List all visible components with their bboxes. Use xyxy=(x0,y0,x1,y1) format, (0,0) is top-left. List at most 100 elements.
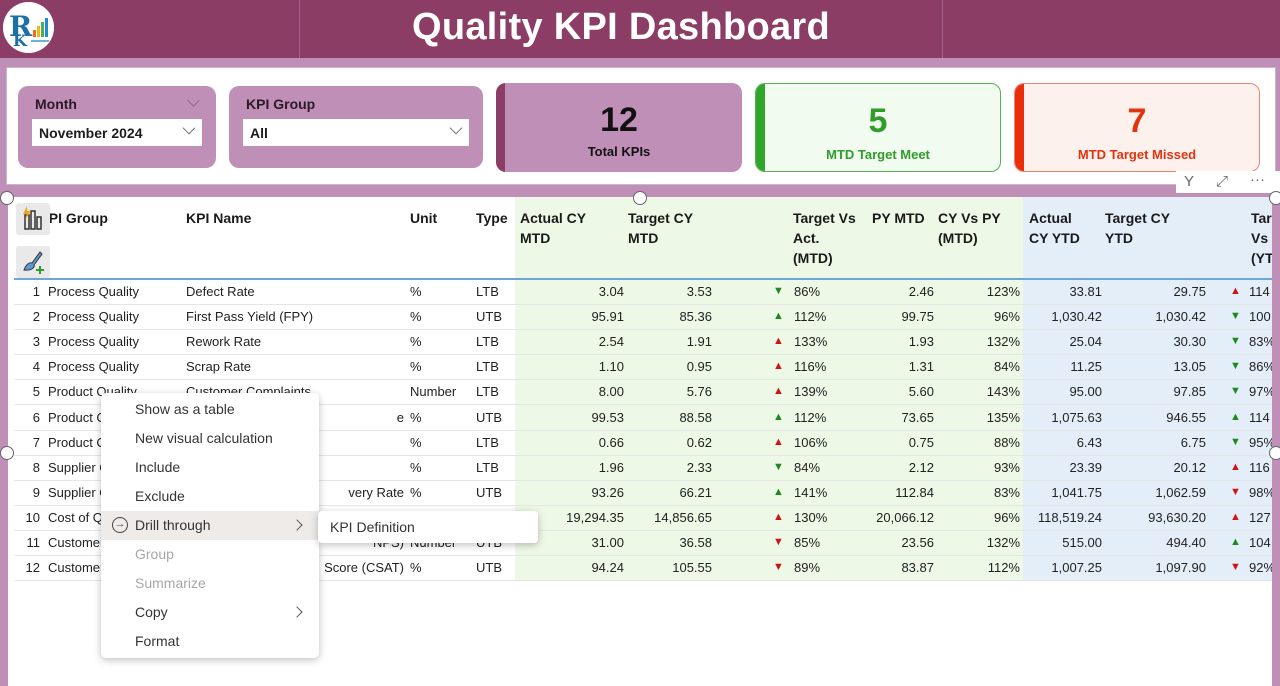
company-logo: R K xyxy=(3,2,54,53)
menu-item-include[interactable]: Include xyxy=(101,453,319,482)
menu-item-new-visual-calculation[interactable]: New visual calculation xyxy=(101,424,319,453)
table-row[interactable]: 4 Process Quality Scrap Rate% LTB 1.10 0.95 11… xyxy=(14,355,1272,381)
cell-target-vs-act-ytd: 114 xyxy=(1249,284,1270,299)
header-line: MTD xyxy=(628,230,659,246)
submenu-item-kpi-definition[interactable]: KPI Definition xyxy=(330,519,415,535)
cell-target-vs-act-ytd: 114 xyxy=(1249,409,1270,425)
cell-kpi-group: Process Quality xyxy=(48,359,140,375)
column-header-unit[interactable]: Unit xyxy=(410,208,437,228)
cell-actual-cy-ytd: 515.00 xyxy=(1062,535,1102,550)
cell-target-cy-mtd: 14,856.65 xyxy=(654,509,712,525)
cell-target-cy-mtd: 36.58 xyxy=(679,535,712,550)
month-slicer-label: Month xyxy=(35,96,77,112)
row-number: 2 xyxy=(32,309,40,325)
column-header-py-mtd[interactable]: PY MTD xyxy=(872,208,925,228)
table-row[interactable]: 1 Process Quality Defect Rate% LTB 3.04 3.53 8… xyxy=(14,280,1272,305)
mtd-target-missed-value: 7 xyxy=(1127,102,1147,140)
chevron-down-icon xyxy=(449,121,463,135)
resize-handle[interactable] xyxy=(1269,446,1280,460)
cell-actual-cy-mtd: 0.66 xyxy=(598,434,624,450)
cell-cy-vs-py-mtd: 96% xyxy=(993,309,1020,325)
column-header-actual-cy-ytd[interactable]: Actual CY YTD xyxy=(1029,208,1080,248)
cell-actual-cy-mtd: 95.91 xyxy=(591,309,624,325)
header-divider xyxy=(942,0,943,58)
more-options-icon[interactable]: ··· xyxy=(1250,171,1265,188)
format-painter-button[interactable] xyxy=(16,246,50,278)
resize-handle[interactable] xyxy=(0,191,14,205)
mtd-status-up-arrow-icon: ▲ xyxy=(773,510,784,523)
drill-through-submenu: KPI Definition xyxy=(318,511,538,543)
cell-target-vs-act-mtd: 84% xyxy=(794,459,821,475)
svg-text:K: K xyxy=(13,31,28,50)
column-header-kpi-group[interactable]: PI Group xyxy=(46,208,108,228)
mtd-status-down-arrow-icon: ▼ xyxy=(773,561,784,574)
menu-item-format[interactable]: Format xyxy=(101,627,319,656)
menu-item-exclude[interactable]: Exclude xyxy=(101,482,319,511)
cell-target-cy-ytd: 93,630.20 xyxy=(1148,509,1206,525)
column-header-target-vs-act-mtd[interactable]: Target Vs Act. (MTD) xyxy=(793,208,856,268)
month-dropdown[interactable]: November 2024 xyxy=(32,119,202,146)
cell-actual-cy-mtd: 94.24 xyxy=(591,560,624,576)
resize-handle[interactable] xyxy=(1269,191,1280,205)
cell-py-mtd: 99.75 xyxy=(901,309,934,325)
cell-actual-cy-ytd: 1,075.63 xyxy=(1051,409,1102,425)
kpi-group-slicer[interactable]: KPI Group All xyxy=(229,86,483,168)
mtd-target-meet-value: 5 xyxy=(868,102,888,140)
menu-item-label: Summarize xyxy=(135,575,206,591)
header-line: CY YTD xyxy=(1029,230,1080,246)
row-number: 6 xyxy=(32,409,40,425)
resize-handle[interactable] xyxy=(0,446,14,460)
cell-target-cy-mtd: 88.58 xyxy=(679,409,712,425)
cell-target-vs-act-ytd: 100 xyxy=(1249,309,1271,325)
table-row[interactable]: 3 Process Quality Rework Rate% LTB 2.54 1.91 1… xyxy=(14,330,1272,356)
cell-unit: % xyxy=(410,434,422,450)
paintbrush-add-icon xyxy=(23,251,44,274)
column-header-kpi-name[interactable]: KPI Name xyxy=(186,208,251,228)
resize-handle[interactable] xyxy=(633,191,647,205)
column-header-type[interactable]: Type xyxy=(476,208,508,228)
cell-target-vs-act-mtd: 139% xyxy=(794,384,828,400)
cell-py-mtd: 83.87 xyxy=(901,560,934,576)
cell-target-cy-ytd: 20.12 xyxy=(1173,459,1206,475)
menu-item-label: Show as a table xyxy=(135,401,235,417)
menu-item-label: Include xyxy=(135,459,181,475)
header-line: (YT xyxy=(1251,250,1272,266)
cell-unit: % xyxy=(410,309,422,325)
menu-item-copy[interactable]: Copy xyxy=(101,598,319,627)
cell-py-mtd: 2.46 xyxy=(908,284,934,299)
cell-target-vs-act-ytd: 98% xyxy=(1249,484,1272,500)
filter-icon[interactable]: Y xyxy=(1184,173,1194,190)
quick-insights-button[interactable] xyxy=(16,203,50,235)
menu-item-show-as-a-table[interactable]: Show as a table xyxy=(101,395,319,424)
column-header-target-cy-ytd[interactable]: Target CY YTD xyxy=(1105,208,1170,248)
menu-item-summarize[interactable]: Summarize xyxy=(101,569,319,598)
column-header-target-vs-act-ytd[interactable]: Tar Vs (YT xyxy=(1251,208,1272,268)
cell-target-vs-act-ytd: 83% xyxy=(1249,334,1272,350)
menu-item-label: Exclude xyxy=(135,488,185,504)
header-line: Actual xyxy=(1029,210,1072,226)
cell-target-vs-act-mtd: 141% xyxy=(794,484,828,500)
kpi-group-dropdown[interactable]: All xyxy=(243,119,469,146)
cell-actual-cy-ytd: 1,030.42 xyxy=(1051,309,1102,325)
month-slicer[interactable]: Month November 2024 xyxy=(18,86,216,168)
mtd-target-meet-card: 5 MTD Target Meet xyxy=(755,83,1001,172)
cell-target-cy-ytd: 29.75 xyxy=(1173,284,1206,299)
menu-item-drill-through[interactable]: → Drill through xyxy=(101,511,319,540)
chevron-down-icon[interactable] xyxy=(187,94,200,107)
cell-kpi-name: Defect Rate xyxy=(186,284,255,299)
column-header-actual-cy-mtd[interactable]: Actual CY MTD xyxy=(520,208,586,248)
cell-target-cy-ytd: 30.30 xyxy=(1173,334,1206,350)
table-row[interactable]: 2 Process Quality First Pass Yield (FPY)% U… xyxy=(14,305,1272,331)
row-number: 11 xyxy=(26,535,41,550)
logo-icon: R K xyxy=(3,2,54,53)
cell-target-vs-act-ytd: 92% xyxy=(1249,560,1272,576)
cell-type: LTB xyxy=(476,334,499,350)
menu-item-group[interactable]: Group xyxy=(101,540,319,569)
column-header-cy-vs-py-mtd[interactable]: CY Vs PY (MTD) xyxy=(938,208,1001,248)
ytd-status-down-arrow-icon: ▼ xyxy=(1230,385,1241,398)
focus-mode-icon[interactable]: ⤢ xyxy=(1216,173,1228,190)
ytd-status-down-arrow-icon: ▼ xyxy=(1230,310,1241,323)
column-header-target-cy-mtd[interactable]: Target CY MTD xyxy=(628,208,693,248)
cell-target-cy-ytd: 13.05 xyxy=(1173,359,1206,375)
cell-target-vs-act-ytd: 97% xyxy=(1249,384,1272,400)
